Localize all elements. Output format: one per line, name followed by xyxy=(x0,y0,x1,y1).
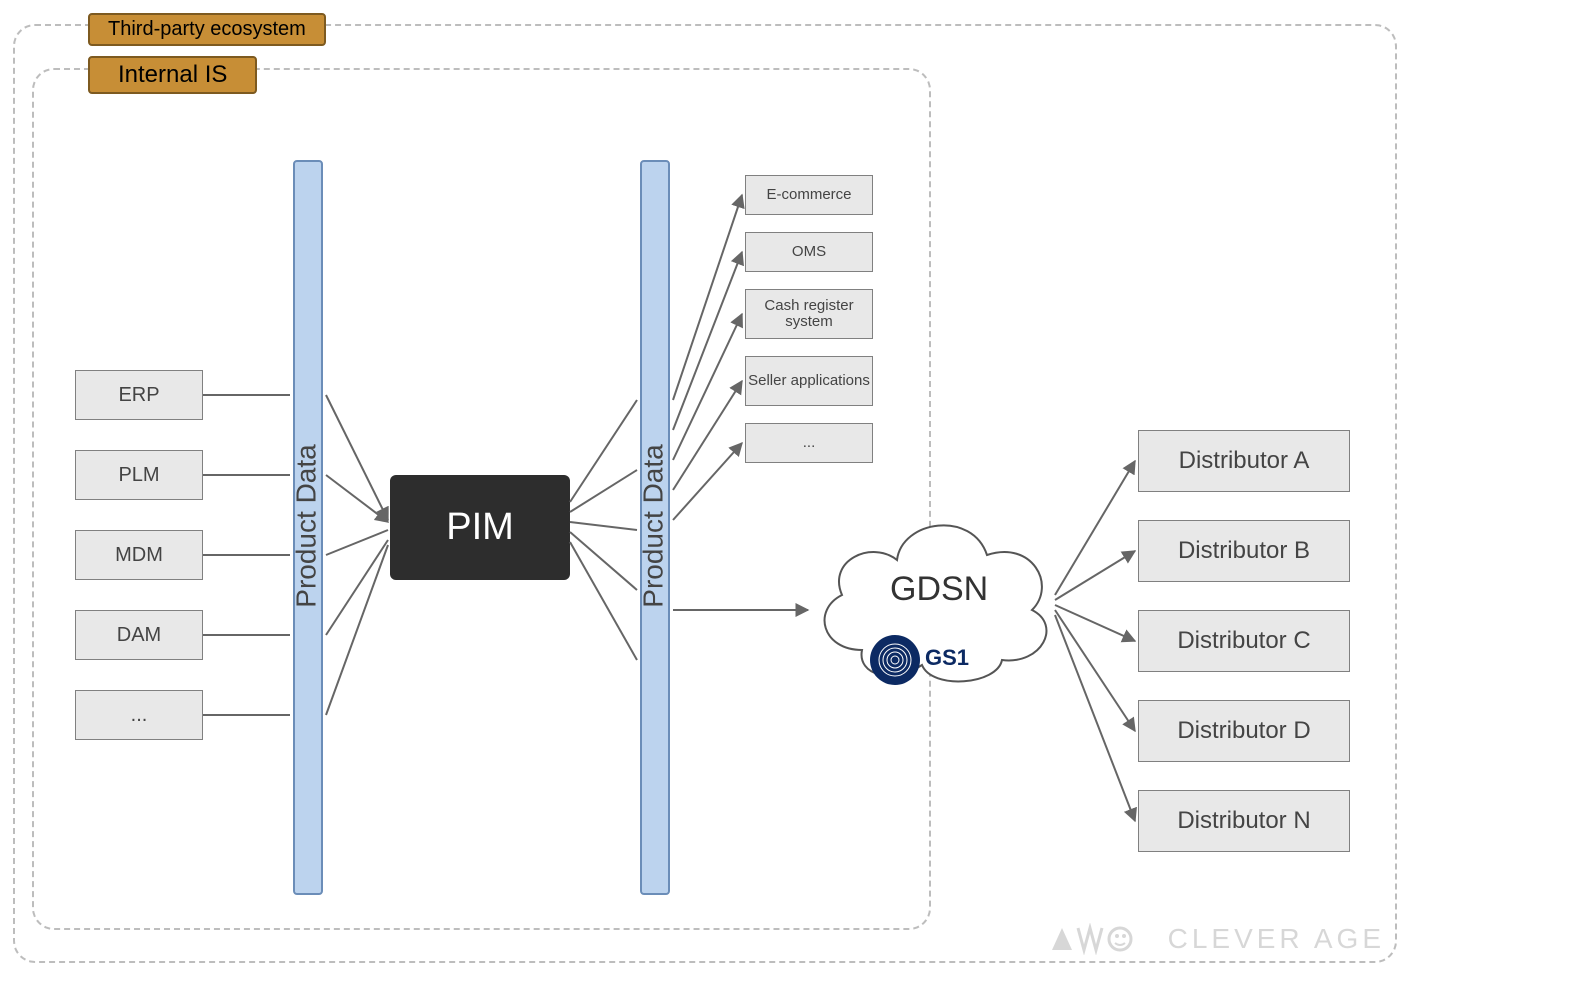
watermark-text: CLEVER AGE xyxy=(1168,923,1385,955)
gs1-badge-icon xyxy=(870,635,920,685)
output-box-cash: Cash register system xyxy=(745,289,873,339)
output-box-oms: OMS xyxy=(745,232,873,272)
product-data-bar-2-label: Product Data xyxy=(638,444,670,607)
distributor-box-a: Distributor A xyxy=(1138,430,1350,492)
output-box-seller: Seller applications xyxy=(745,356,873,406)
distributor-box-n: Distributor N xyxy=(1138,790,1350,852)
source-box-erp: ERP xyxy=(75,370,203,420)
source-box-more: ... xyxy=(75,690,203,740)
distributor-box-d: Distributor D xyxy=(1138,700,1350,762)
distributor-box-c: Distributor C xyxy=(1138,610,1350,672)
source-box-plm: PLM xyxy=(75,450,203,500)
third-party-ecosystem-label: Third-party ecosystem xyxy=(88,13,326,46)
source-box-dam: DAM xyxy=(75,610,203,660)
clever-age-logo-icon xyxy=(1048,923,1158,955)
output-box-more: ... xyxy=(745,423,873,463)
source-box-mdm: MDM xyxy=(75,530,203,580)
product-data-bar-1-label: Product Data xyxy=(291,444,323,607)
pim-node: PIM xyxy=(390,475,570,580)
output-box-ecommerce: E-commerce xyxy=(745,175,873,215)
gdsn-label: GDSN xyxy=(890,570,988,609)
internal-is-label: Internal IS xyxy=(88,56,257,94)
clever-age-watermark: CLEVER AGE xyxy=(1048,923,1385,955)
distributor-box-b: Distributor B xyxy=(1138,520,1350,582)
gs1-badge-text: GS1 xyxy=(925,645,969,671)
